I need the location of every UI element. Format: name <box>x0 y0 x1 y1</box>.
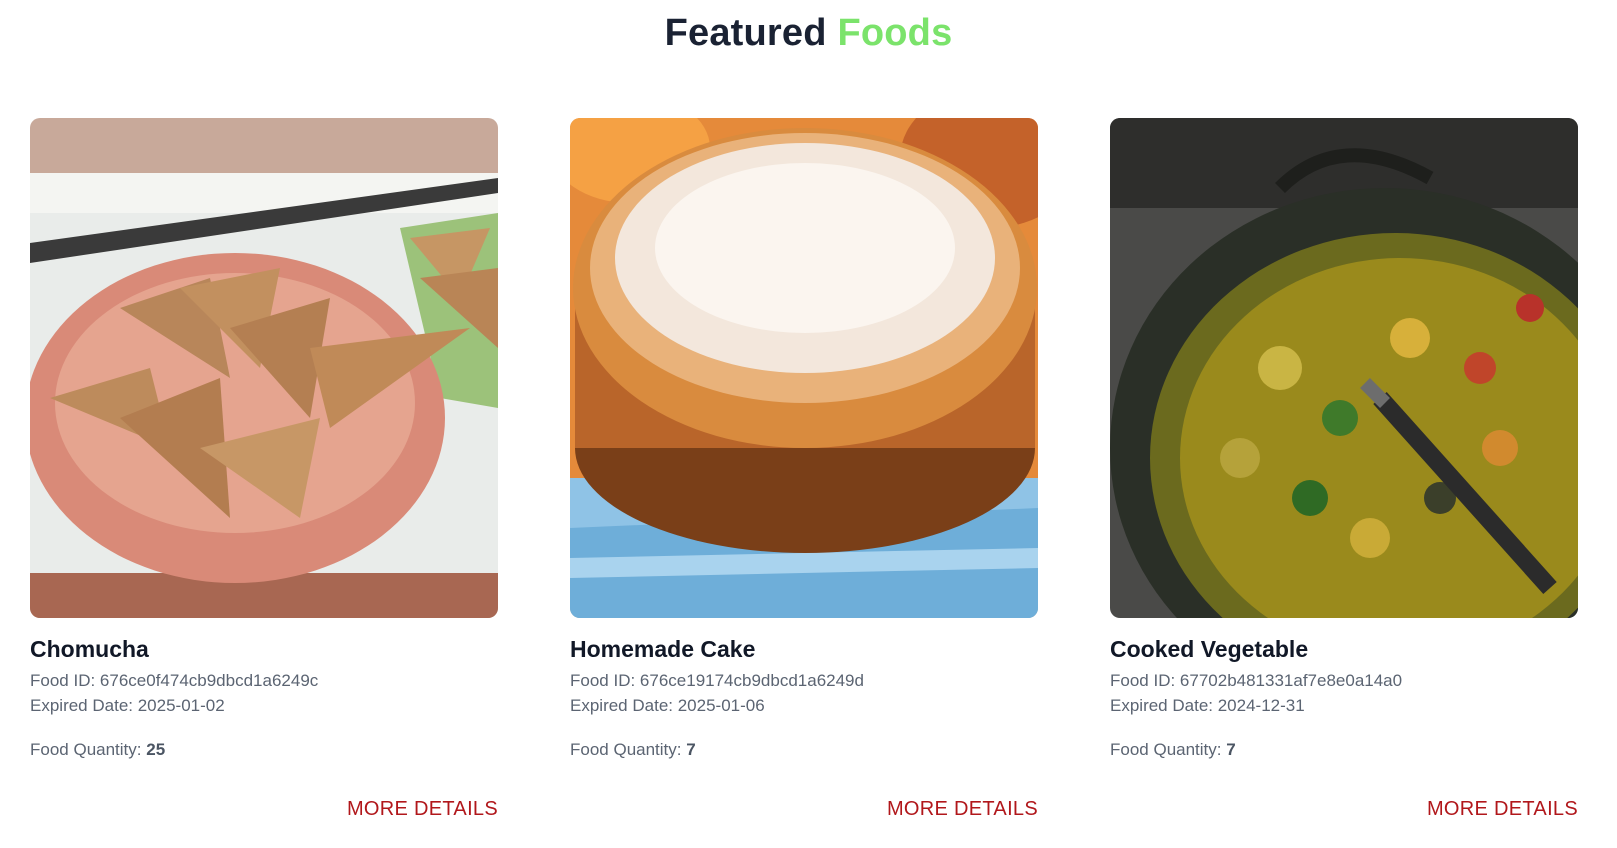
food-card: Homemade Cake Food ID: 676ce19174cb9dbcd… <box>570 118 1038 820</box>
more-details-link[interactable]: MORE DETAILS <box>1427 798 1578 821</box>
food-image-cooked-vegetable <box>1110 118 1578 618</box>
food-quantity: Food Quantity: 7 <box>1110 738 1578 762</box>
food-quantity-value: 7 <box>1226 740 1236 759</box>
food-id: Food ID: 676ce0f474cb9dbcd1a6249c <box>30 671 319 690</box>
food-quantity-value: 7 <box>686 740 696 759</box>
food-expired-date: Expired Date: 2025-01-06 <box>570 696 765 715</box>
section-title: Featured Foods <box>0 12 1617 55</box>
food-quantity-label: Food Quantity: <box>30 740 147 759</box>
more-details-link[interactable]: MORE DETAILS <box>347 798 498 821</box>
food-quantity: Food Quantity: 25 <box>30 738 498 762</box>
more-details-link[interactable]: MORE DETAILS <box>887 798 1038 821</box>
food-id: Food ID: 67702b481331af7e8e0a14a0 <box>1110 671 1403 690</box>
food-name: Cooked Vegetable <box>1110 636 1309 662</box>
food-quantity-label: Food Quantity: <box>1110 740 1227 759</box>
food-expired-date: Expired Date: 2024-12-31 <box>1110 696 1305 715</box>
food-image-homemade-cake <box>570 118 1038 618</box>
food-card: Chomucha Food ID: 676ce0f474cb9dbcd1a624… <box>30 118 498 820</box>
food-quantity: Food Quantity: 7 <box>570 738 1038 762</box>
section-title-accent: Foods <box>837 12 953 54</box>
food-image-chomucha <box>30 118 498 618</box>
food-name: Chomucha <box>30 636 149 662</box>
food-id: Food ID: 676ce19174cb9dbcd1a6249d <box>570 671 864 690</box>
food-quantity-value: 25 <box>146 740 166 759</box>
food-name: Homemade Cake <box>570 636 756 662</box>
featured-foods-grid: Chomucha Food ID: 676ce0f474cb9dbcd1a624… <box>30 118 1590 820</box>
food-quantity-label: Food Quantity: <box>570 740 687 759</box>
food-expired-date: Expired Date: 2025-01-02 <box>30 696 225 715</box>
section-title-main: Featured <box>664 12 827 54</box>
food-card: Cooked Vegetable Food ID: 67702b481331af… <box>1110 118 1578 820</box>
